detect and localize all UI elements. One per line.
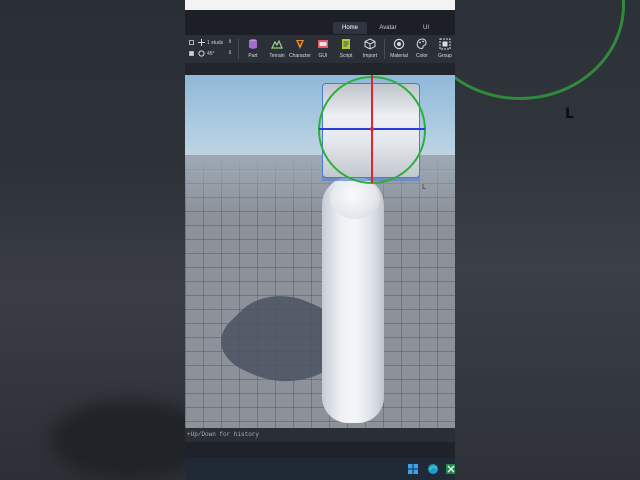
terrain-button[interactable]: Terrain bbox=[267, 38, 287, 59]
move-step-spinner-icon[interactable]: ⇕ bbox=[228, 39, 232, 45]
toolbar-divider bbox=[238, 39, 239, 59]
ribbon-footer bbox=[185, 63, 455, 75]
terrain-icon bbox=[271, 39, 283, 49]
material-icon bbox=[393, 38, 405, 50]
gui-icon bbox=[318, 40, 328, 48]
cursor-mark: L bbox=[565, 106, 574, 122]
windows-start-icon[interactable] bbox=[407, 463, 419, 475]
move-icon bbox=[198, 39, 205, 46]
tab-ui[interactable]: UI bbox=[411, 22, 441, 34]
title-bar bbox=[185, 0, 455, 10]
character-button[interactable]: Character bbox=[288, 38, 312, 59]
move-snap-checkbox[interactable] bbox=[189, 40, 194, 45]
studio-window: Home Avatar UI 1 studs ⇕ 45° ⇕ Part Terr… bbox=[185, 0, 455, 480]
part-button[interactable]: Part bbox=[245, 38, 261, 59]
rotate-step-value[interactable]: 45° bbox=[207, 51, 215, 57]
character-icon bbox=[296, 40, 304, 49]
group-icon bbox=[439, 38, 451, 50]
material-button[interactable]: Material bbox=[387, 38, 411, 59]
blurred-background-left bbox=[0, 0, 210, 480]
status-bar bbox=[185, 442, 455, 458]
part-icon bbox=[249, 39, 257, 49]
tab-home[interactable]: Home bbox=[333, 22, 367, 34]
import-button[interactable]: Import bbox=[360, 38, 380, 59]
ribbon-tabs: Home Avatar UI bbox=[185, 20, 455, 35]
blurred-background-right: L bbox=[415, 0, 640, 480]
excel-icon[interactable] bbox=[445, 463, 455, 475]
rotate-gizmo[interactable]: L bbox=[185, 75, 455, 428]
ribbon-toolbar: 1 studs ⇕ 45° ⇕ Part Terrain Character G… bbox=[185, 35, 455, 63]
gizmo-center bbox=[370, 127, 374, 131]
tab-avatar[interactable]: Avatar bbox=[371, 22, 405, 34]
group-button[interactable]: Group bbox=[436, 38, 454, 59]
rotate-icon bbox=[198, 50, 205, 57]
color-button[interactable]: Color bbox=[413, 38, 431, 59]
taskbar bbox=[185, 458, 455, 480]
import-icon bbox=[364, 38, 376, 50]
color-icon bbox=[416, 38, 427, 49]
3d-viewport[interactable]: L bbox=[185, 75, 455, 428]
edge-browser-icon[interactable] bbox=[427, 463, 439, 475]
mouse-cursor-icon: L bbox=[422, 183, 426, 191]
move-step-value[interactable]: 1 studs bbox=[207, 40, 223, 46]
rotate-step-spinner-icon[interactable]: ⇕ bbox=[228, 50, 232, 56]
script-button[interactable]: Script bbox=[337, 38, 355, 59]
toolbar-divider bbox=[384, 39, 385, 59]
command-bar[interactable]: +Up/Down for history bbox=[185, 428, 455, 442]
rotate-snap-checkbox[interactable] bbox=[189, 51, 194, 56]
script-icon bbox=[342, 39, 350, 49]
menu-strip bbox=[185, 10, 455, 20]
gui-button[interactable]: GUI bbox=[315, 38, 331, 59]
command-bar-hint: +Up/Down for history bbox=[187, 431, 260, 438]
